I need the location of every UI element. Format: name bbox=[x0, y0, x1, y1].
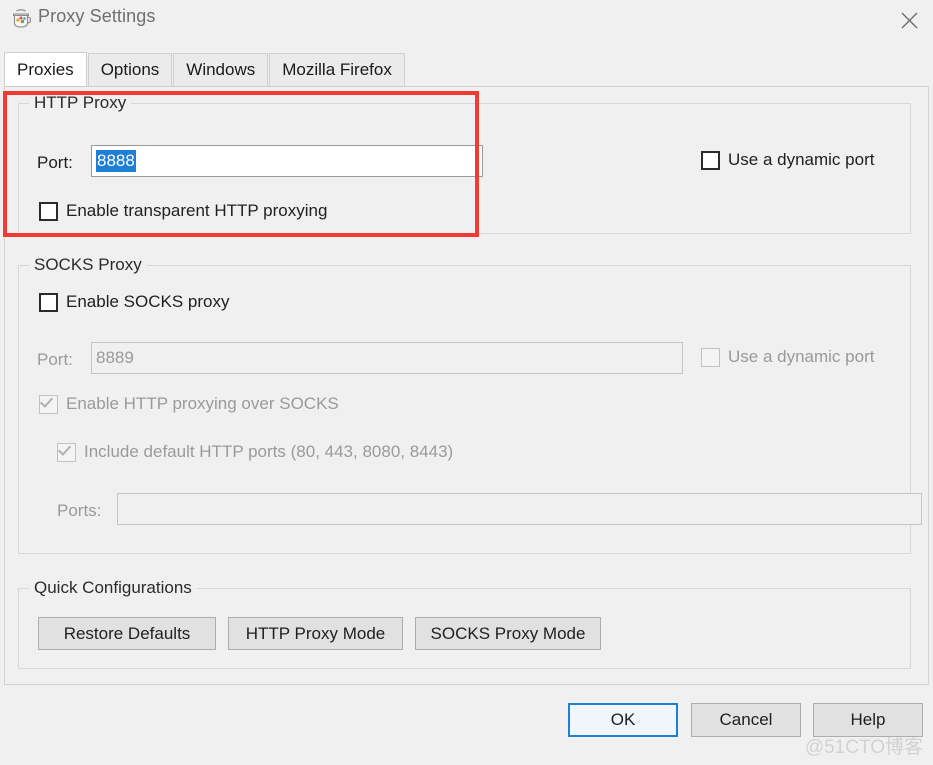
check-icon bbox=[39, 393, 54, 408]
window-title: Proxy Settings bbox=[38, 6, 156, 26]
socks-proxy-group: SOCKS Proxy Enable SOCKS proxy Port: 888… bbox=[18, 255, 922, 554]
checkbox-box bbox=[701, 347, 720, 367]
enable-socks-proxy-label: Enable SOCKS proxy bbox=[66, 292, 230, 311]
checkbox-box bbox=[39, 393, 58, 414]
transparent-http-proxying-checkbox[interactable]: Enable transparent HTTP proxying bbox=[39, 201, 327, 221]
restore-defaults-button[interactable]: Restore Defaults bbox=[38, 617, 216, 650]
socks-proxy-mode-label: SOCKS Proxy Mode bbox=[430, 623, 586, 643]
tab-options[interactable]: Options bbox=[87, 53, 173, 86]
checkbox-box bbox=[39, 292, 58, 312]
socks-ports-label: Ports: bbox=[57, 501, 102, 520]
include-default-http-ports-checkbox[interactable]: Include default HTTP ports (80, 443, 808… bbox=[57, 441, 454, 462]
socks-port-input[interactable]: 8889 bbox=[91, 342, 683, 374]
tab-mozilla-firefox[interactable]: Mozilla Firefox bbox=[269, 53, 405, 86]
socks-proxy-mode-button[interactable]: SOCKS Proxy Mode bbox=[415, 617, 601, 650]
tab-options-label: Options bbox=[100, 60, 160, 79]
ok-button-label: OK bbox=[610, 710, 636, 729]
http-dynamic-port-label: Use a dynamic port bbox=[728, 150, 875, 169]
check-icon bbox=[57, 441, 72, 456]
tab-proxies[interactable]: Proxies bbox=[4, 52, 87, 86]
enable-http-proxying-over-socks-label: Enable HTTP proxying over SOCKS bbox=[66, 394, 339, 413]
socks-dynamic-port-label: Use a dynamic port bbox=[728, 347, 875, 366]
enable-socks-proxy-checkbox[interactable]: Enable SOCKS proxy bbox=[39, 292, 229, 312]
close-icon[interactable] bbox=[885, 0, 933, 40]
http-dynamic-port-checkbox[interactable]: Use a dynamic port bbox=[701, 150, 874, 170]
tab-windows-label: Windows bbox=[186, 60, 256, 79]
http-proxy-group-title: HTTP Proxy bbox=[29, 93, 132, 113]
socks-ports-input[interactable] bbox=[117, 493, 922, 525]
socks-port-label: Port: bbox=[37, 350, 73, 369]
enable-http-proxying-over-socks-checkbox[interactable]: Enable HTTP proxying over SOCKS bbox=[39, 393, 339, 414]
http-port-input[interactable]: 8888 bbox=[91, 145, 483, 177]
tab-proxies-label: Proxies bbox=[17, 59, 74, 79]
checkbox-box bbox=[39, 201, 58, 221]
http-proxy-mode-label: HTTP Proxy Mode bbox=[245, 623, 386, 643]
http-proxy-group: HTTP Proxy Port: 8888 Use a dynamic port… bbox=[18, 93, 911, 234]
quick-configurations-group: Quick Configurations Restore Defaults HT… bbox=[18, 578, 911, 669]
proxies-tab-panel: HTTP Proxy Port: 8888 Use a dynamic port… bbox=[4, 86, 929, 685]
burp-jug-icon bbox=[10, 8, 32, 30]
checkbox-box bbox=[701, 150, 720, 170]
http-proxy-mode-button[interactable]: HTTP Proxy Mode bbox=[228, 617, 403, 650]
tab-windows[interactable]: Windows bbox=[173, 53, 269, 86]
title-bar: Proxy Settings bbox=[0, 0, 933, 43]
include-default-http-ports-label: Include default HTTP ports (80, 443, 808… bbox=[84, 442, 454, 461]
socks-proxy-group-title: SOCKS Proxy bbox=[29, 255, 147, 275]
http-port-value: 8888 bbox=[96, 150, 136, 172]
transparent-http-proxying-label: Enable transparent HTTP proxying bbox=[66, 201, 328, 220]
cancel-button-label: Cancel bbox=[719, 710, 773, 729]
quick-configurations-group-title: Quick Configurations bbox=[29, 578, 197, 598]
tab-mozilla-firefox-label: Mozilla Firefox bbox=[282, 60, 392, 79]
cancel-button[interactable]: Cancel bbox=[691, 703, 801, 737]
tab-strip: Proxies Options Windows Mozilla Firefox bbox=[4, 52, 406, 86]
socks-dynamic-port-checkbox[interactable]: Use a dynamic port bbox=[701, 347, 874, 367]
socks-port-value: 8889 bbox=[96, 348, 134, 367]
checkbox-box bbox=[57, 441, 76, 462]
ok-button[interactable]: OK bbox=[568, 703, 678, 737]
watermark: @51CTO博客 bbox=[804, 737, 923, 758]
restore-defaults-label: Restore Defaults bbox=[63, 623, 191, 643]
http-port-label: Port: bbox=[37, 153, 73, 172]
help-button-label: Help bbox=[850, 710, 886, 729]
proxy-settings-window: Proxy Settings Proxies Options Windows M… bbox=[0, 0, 933, 765]
